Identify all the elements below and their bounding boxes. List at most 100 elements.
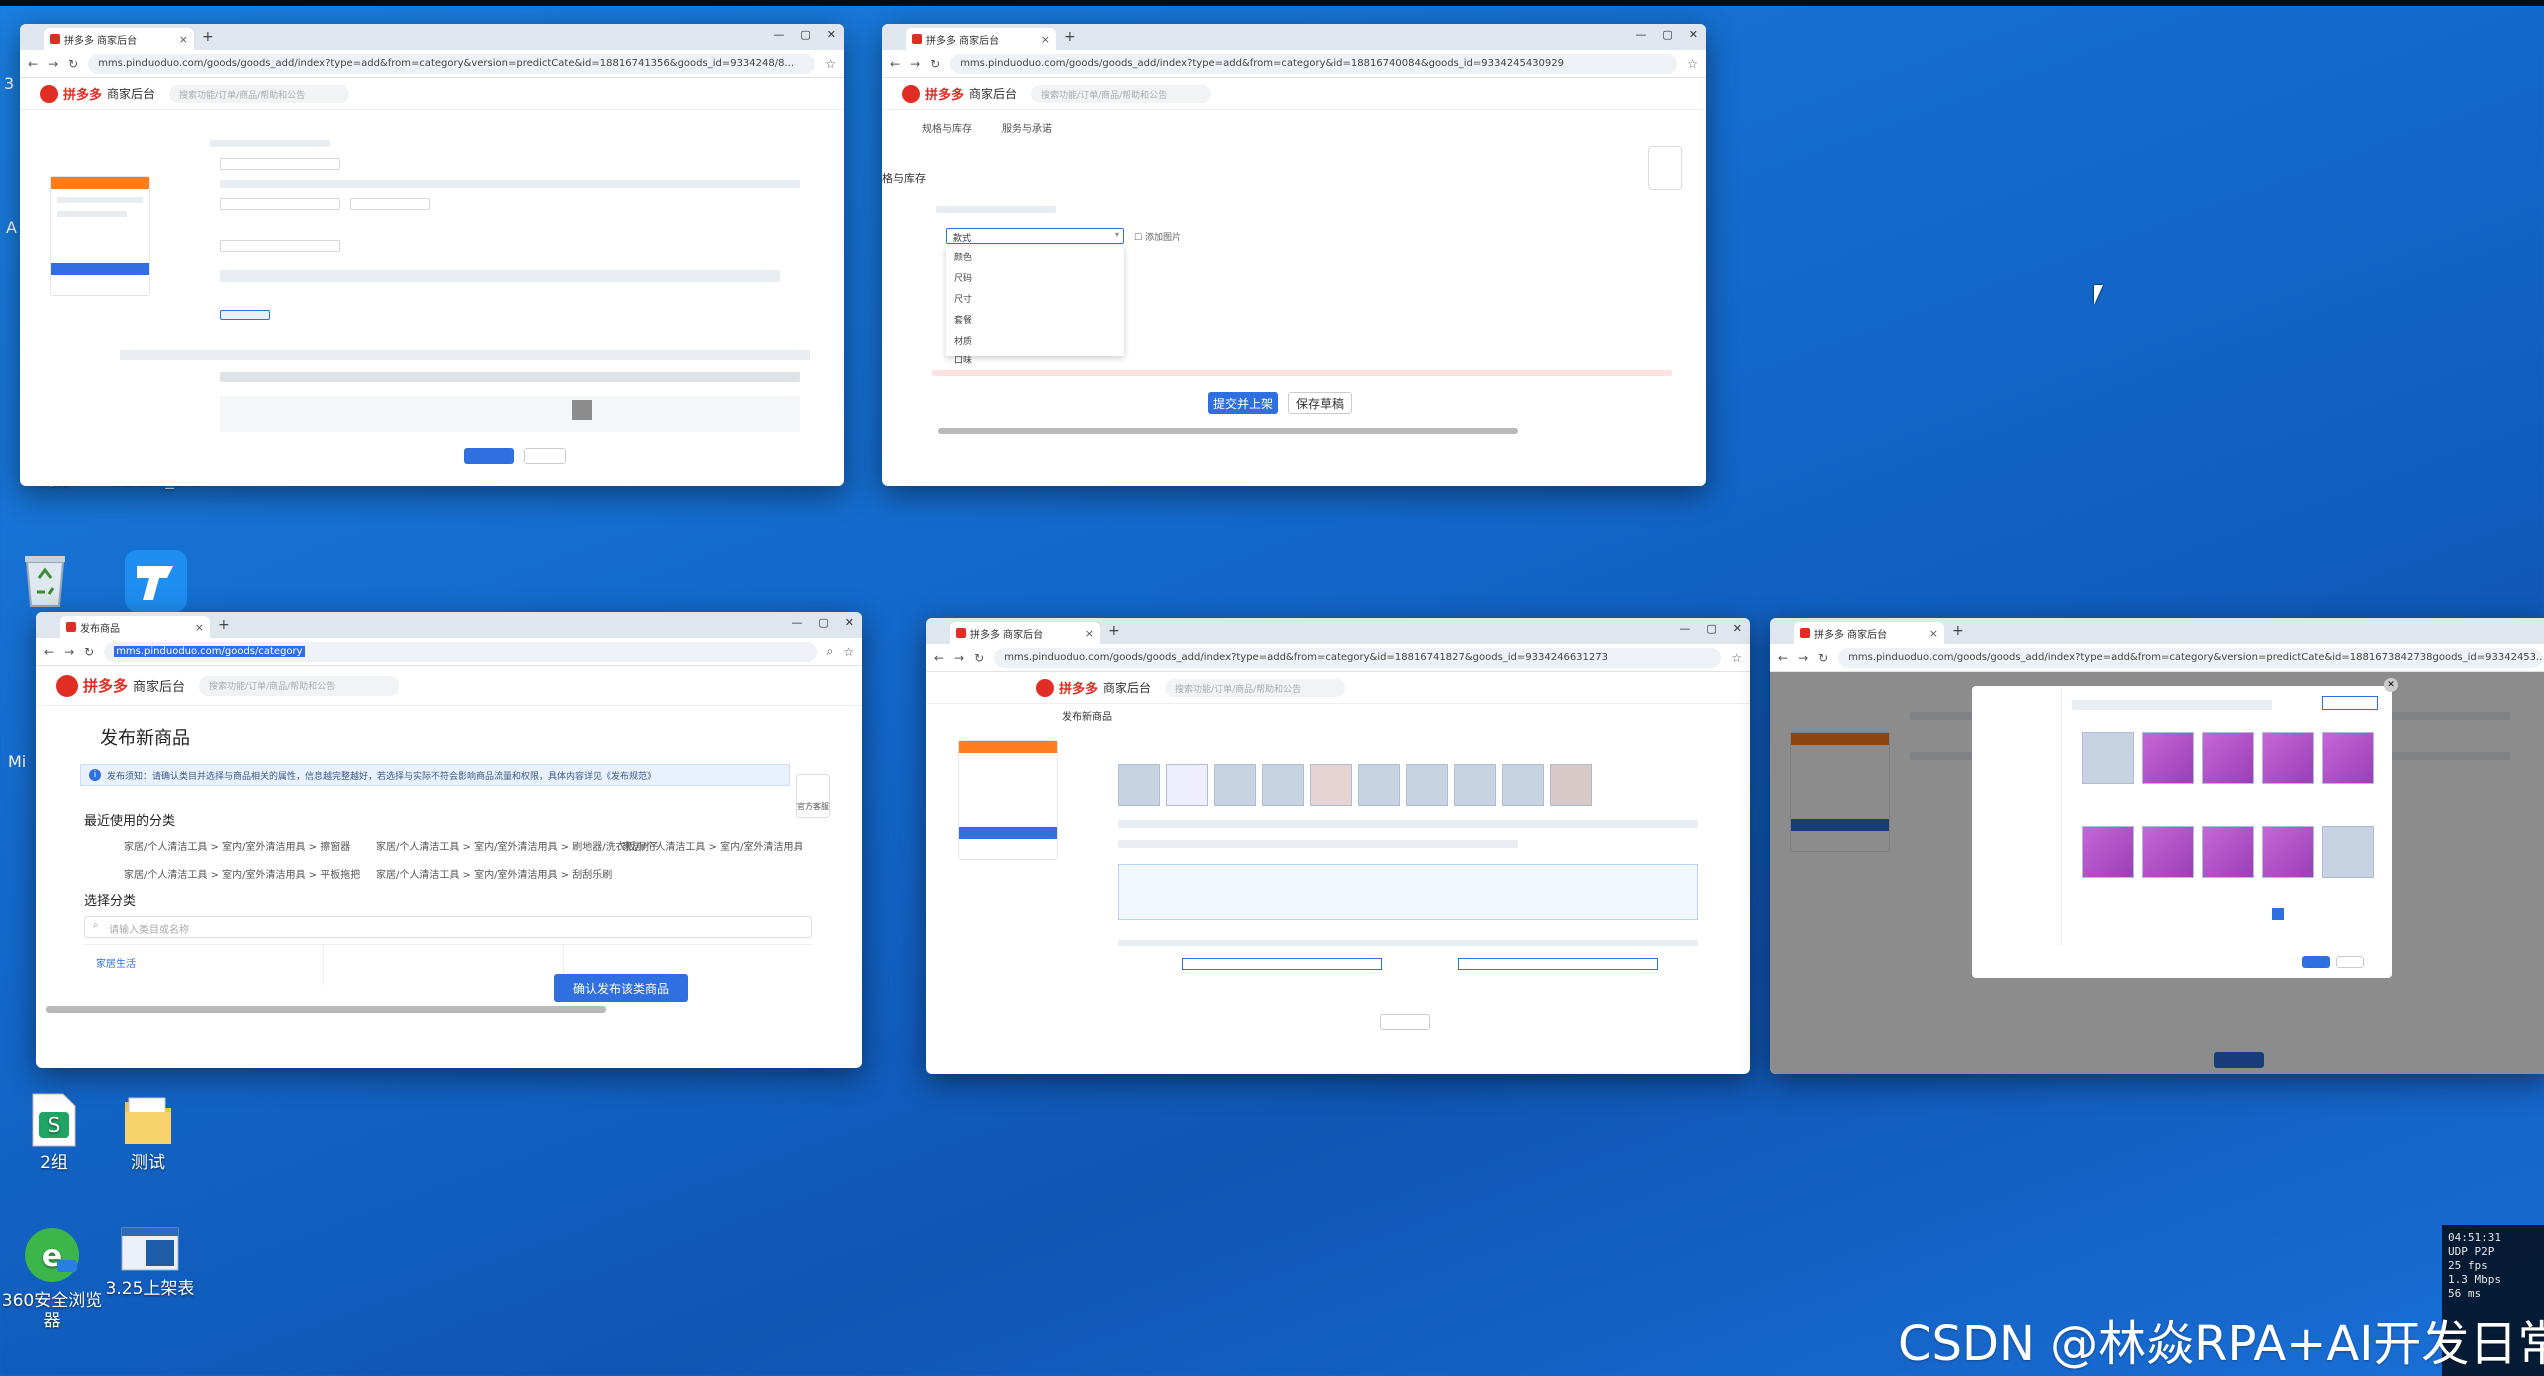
browser-tab[interactable]: 拼多多 商家后台 × bbox=[44, 28, 194, 50]
dropdown-option[interactable]: 套餐 bbox=[946, 309, 1124, 330]
spec-type-select[interactable]: 款式 ▾ bbox=[946, 228, 1124, 244]
close-window-icon[interactable]: ✕ bbox=[1689, 28, 1698, 41]
dropdown-option[interactable]: 尺寸 bbox=[946, 288, 1124, 309]
zoom-icon[interactable]: ⌕ bbox=[827, 644, 834, 659]
reload-icon[interactable]: ↻ bbox=[930, 57, 940, 71]
category-search-input[interactable]: ⌕ 请输入类目或名称 bbox=[84, 916, 812, 938]
bookmark-star-icon[interactable]: ☆ bbox=[1731, 651, 1742, 665]
browser-tab[interactable]: 拼多多 商家后台 × bbox=[1794, 622, 1944, 644]
dropdown-option[interactable]: 颜色 bbox=[946, 246, 1124, 267]
dropdown-option[interactable]: 尺码 bbox=[946, 267, 1124, 288]
tree-item[interactable]: 家居生活 bbox=[96, 955, 136, 970]
forward-icon[interactable]: → bbox=[1798, 651, 1808, 665]
forward-icon[interactable]: → bbox=[954, 651, 964, 665]
new-tab-icon[interactable]: + bbox=[1108, 623, 1120, 639]
add-image-checkbox[interactable]: ☐ 添加图片 bbox=[1134, 230, 1181, 243]
horizontal-scrollbar[interactable] bbox=[938, 428, 1518, 434]
close-tab-icon[interactable]: × bbox=[179, 33, 188, 46]
browser-tab[interactable]: 发布商品 × bbox=[60, 616, 210, 638]
reload-icon[interactable]: ↻ bbox=[68, 57, 78, 71]
submit-button[interactable] bbox=[464, 448, 514, 464]
recent-category[interactable]: 家居/个人清洁工具 > 室内/室外清洁用具 > 刮刮乐刷 bbox=[376, 866, 612, 881]
page-current[interactable] bbox=[2272, 908, 2284, 920]
browser-tab[interactable]: 拼多多 商家后台 × bbox=[906, 28, 1056, 50]
close-tab-icon[interactable]: × bbox=[1929, 627, 1938, 640]
close-tab-icon[interactable]: × bbox=[195, 621, 204, 634]
bookmark-star-icon[interactable]: ☆ bbox=[825, 57, 836, 71]
pdd-logo[interactable]: 拼多多 商家后台 bbox=[902, 84, 1017, 103]
dropdown-option[interactable]: 材质 bbox=[946, 330, 1124, 351]
form-input[interactable] bbox=[1182, 958, 1382, 970]
browser-window-1[interactable]: 拼多多 商家后台 × + — ▢ ✕ ← → ↻ mms.pinduoduo.c… bbox=[20, 24, 844, 486]
help-widget[interactable]: 官方客服 bbox=[796, 774, 830, 818]
desktop-icon-2group[interactable]: S 2组 bbox=[4, 1092, 104, 1173]
back-icon[interactable]: ← bbox=[934, 651, 944, 665]
header-search[interactable]: 搜索功能/订单/商品/帮助和公告 bbox=[1165, 678, 1346, 697]
cancel-button[interactable] bbox=[2336, 956, 2364, 968]
maximize-icon[interactable]: ▢ bbox=[800, 28, 810, 41]
recent-category[interactable]: 家居/个人清洁工具 > 室内/室外清洁用具 > 平板拖把 bbox=[124, 866, 360, 881]
reload-icon[interactable]: ↻ bbox=[84, 645, 94, 659]
recent-category[interactable]: 家居/个人清洁工具 > 室内/室外清洁用具 > 刷地器/洗衣板/刷子 bbox=[376, 838, 659, 853]
desktop-icon-test-folder[interactable]: 测试 bbox=[98, 1092, 198, 1173]
url-field[interactable]: mms.pinduoduo.com/goods/goods_add/index?… bbox=[950, 53, 1678, 74]
bookmark-star-icon[interactable]: ☆ bbox=[843, 645, 854, 659]
desktop-icon-shelf-sheet[interactable]: 3.25上架表 bbox=[98, 1224, 202, 1299]
browser-window-2[interactable]: 拼多多 商家后台 × + — ▢ ✕ ← → ↻ mms.pinduoduo.c… bbox=[882, 24, 1706, 486]
browser-tab[interactable]: 拼多多 商家后台 × bbox=[950, 622, 1100, 644]
draft-button[interactable]: 保存草稿 bbox=[1288, 392, 1352, 414]
nav-tab-service[interactable]: 服务与承诺 bbox=[1002, 120, 1052, 135]
pdd-logo[interactable]: 拼多多 商家后台 bbox=[40, 84, 155, 103]
minimize-icon[interactable]: — bbox=[1635, 28, 1646, 41]
back-icon[interactable]: ← bbox=[1778, 651, 1788, 665]
maximize-icon[interactable]: ▢ bbox=[1662, 28, 1672, 41]
close-modal-icon[interactable]: ✕ bbox=[2384, 678, 2398, 692]
new-tab-icon[interactable]: + bbox=[218, 617, 230, 633]
bookmark-star-icon[interactable]: ☆ bbox=[1687, 57, 1698, 71]
close-window-icon[interactable]: ✕ bbox=[1733, 622, 1742, 635]
desktop-icon-recycle-bin[interactable] bbox=[0, 548, 90, 615]
pdd-logo[interactable]: 拼多多 商家后台 bbox=[56, 674, 185, 697]
desktop-icon-todesk-app[interactable] bbox=[116, 548, 196, 619]
close-tab-icon[interactable]: × bbox=[1085, 627, 1094, 640]
maximize-icon[interactable]: ▢ bbox=[1706, 622, 1716, 635]
browser-window-5[interactable]: 拼多多 商家后台 × + ← → ↻ mms.pinduoduo.com/goo… bbox=[1770, 618, 2544, 1074]
recent-category[interactable]: 家居/个人清洁工具 > 室内/室外清洁用具 > 拖把 bbox=[622, 838, 802, 853]
upload-button[interactable] bbox=[2322, 696, 2378, 710]
url-field[interactable]: mms.pinduoduo.com/goods/category bbox=[104, 641, 817, 662]
minimize-icon[interactable]: — bbox=[773, 28, 784, 41]
reload-icon[interactable]: ↻ bbox=[1818, 651, 1828, 665]
draft-button[interactable] bbox=[1380, 1014, 1430, 1030]
maximize-icon[interactable]: ▢ bbox=[818, 616, 828, 629]
forward-icon[interactable]: → bbox=[64, 645, 74, 659]
url-field[interactable]: mms.pinduoduo.com/goods/goods_add/index?… bbox=[1838, 647, 2542, 668]
browser-window-4[interactable]: 拼多多 商家后台 × + — ▢ ✕ ← → ↻ mms.pinduoduo.c… bbox=[926, 618, 1750, 1074]
new-tab-icon[interactable]: + bbox=[202, 29, 214, 45]
confirm-publish-button[interactable]: 确认发布该类商品 bbox=[554, 974, 688, 1002]
horizontal-scrollbar[interactable] bbox=[46, 1006, 606, 1013]
minimize-icon[interactable]: — bbox=[1679, 622, 1690, 635]
new-tab-icon[interactable]: + bbox=[1064, 29, 1076, 45]
close-tab-icon[interactable]: × bbox=[1041, 33, 1050, 46]
forward-icon[interactable]: → bbox=[910, 57, 920, 71]
back-icon[interactable]: ← bbox=[890, 57, 900, 71]
header-search[interactable]: 搜索功能/订单/商品/帮助和公告 bbox=[199, 675, 400, 696]
back-icon[interactable]: ← bbox=[44, 645, 54, 659]
help-widget[interactable] bbox=[1648, 146, 1682, 190]
url-field[interactable]: mms.pinduoduo.com/goods/goods_add/index?… bbox=[994, 647, 1722, 668]
header-search[interactable]: 搜索功能/订单/商品/帮助和公告 bbox=[169, 84, 350, 103]
desktop-icon-360-browser[interactable]: e 360安全浏览器 bbox=[0, 1224, 104, 1331]
url-field[interactable]: mms.pinduoduo.com/goods/goods_add/index?… bbox=[88, 53, 816, 74]
browser-window-3[interactable]: 发布商品 × + — ▢ ✕ ← → ↻ mms.pinduoduo.com/g… bbox=[36, 612, 862, 1068]
minimize-icon[interactable]: — bbox=[791, 616, 802, 629]
pdd-logo[interactable]: 拼多多 商家后台 bbox=[1036, 678, 1151, 697]
submit-button[interactable]: 提交并上架 bbox=[1208, 392, 1278, 414]
draft-button[interactable] bbox=[524, 448, 566, 464]
dropdown-option[interactable]: 口味 bbox=[946, 351, 1124, 368]
form-input[interactable] bbox=[1458, 958, 1658, 970]
new-tab-icon[interactable]: + bbox=[1952, 623, 1964, 639]
close-window-icon[interactable]: ✕ bbox=[827, 28, 836, 41]
close-window-icon[interactable]: ✕ bbox=[845, 616, 854, 629]
header-search[interactable]: 搜索功能/订单/商品/帮助和公告 bbox=[1031, 84, 1212, 103]
reload-icon[interactable]: ↻ bbox=[974, 651, 984, 665]
